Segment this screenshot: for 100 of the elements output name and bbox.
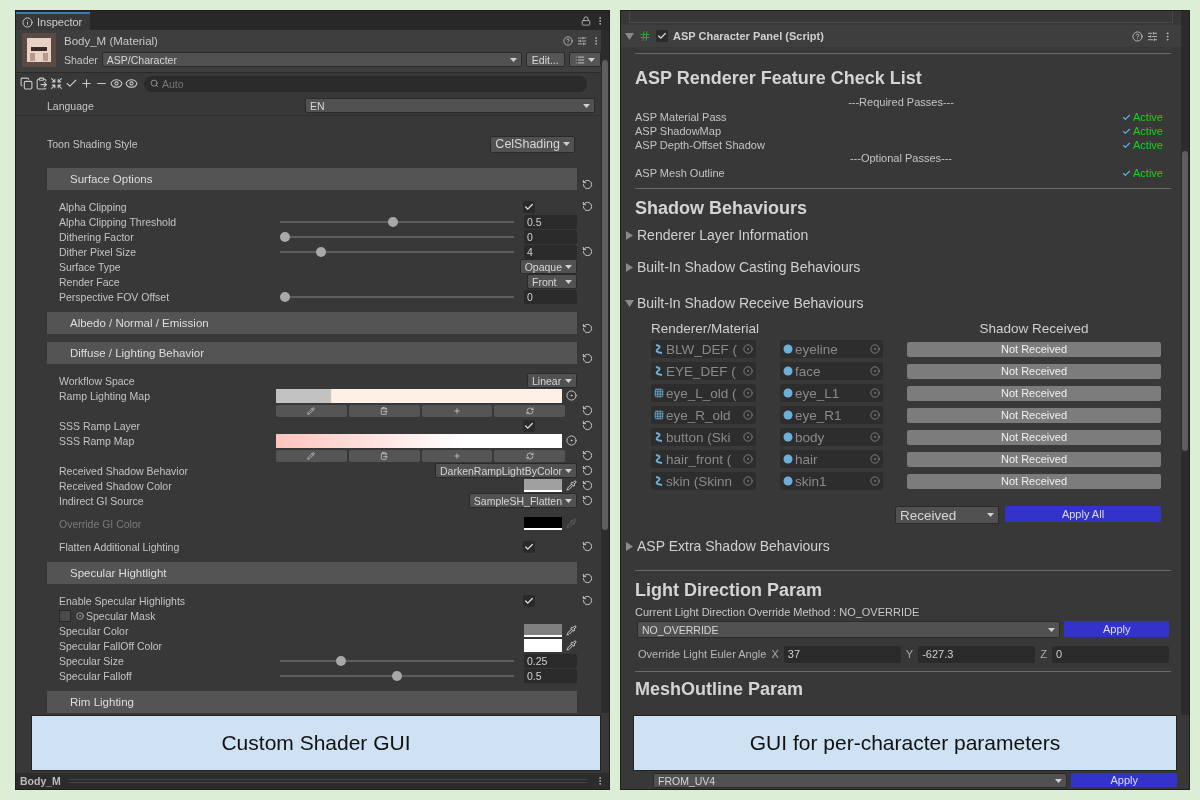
settings-icon[interactable] <box>576 36 587 46</box>
number-field[interactable]: 0 <box>524 229 577 244</box>
material-field[interactable]: face <box>780 362 883 380</box>
gradient-ramp[interactable] <box>276 388 562 403</box>
object-picker-icon[interactable] <box>743 410 753 420</box>
add-button[interactable] <box>421 404 493 417</box>
number-field[interactable]: 0.25 <box>524 653 577 668</box>
scrollbar[interactable] <box>1181 11 1189 715</box>
reset-icon[interactable] <box>581 353 593 364</box>
number-field[interactable]: -627.3 <box>918 645 1036 663</box>
apply-button[interactable]: Apply <box>1064 621 1169 637</box>
renderer-field[interactable]: eye_L_old ( <box>651 384 756 402</box>
foldout-label[interactable]: Renderer Layer Information <box>637 227 809 243</box>
object-picker-icon[interactable] <box>870 388 880 398</box>
method-dropdown[interactable]: NO_OVERRIDE <box>637 621 1061 638</box>
renderer-field[interactable]: EYE_DEF ( <box>651 362 756 380</box>
object-picker-icon[interactable] <box>566 390 577 401</box>
settings-icon[interactable] <box>1147 30 1158 42</box>
slider-thumb[interactable] <box>280 291 290 302</box>
object-picker-icon[interactable] <box>870 410 880 420</box>
slider-thumb[interactable] <box>336 655 346 666</box>
object-picker-icon[interactable] <box>743 454 753 464</box>
status-button[interactable]: Not Received <box>907 429 1161 445</box>
status-button[interactable]: Not Received <box>907 385 1161 401</box>
object-picker-icon[interactable] <box>743 476 753 486</box>
object-picker-icon[interactable] <box>743 344 753 354</box>
triangle-right-icon[interactable] <box>625 541 634 551</box>
renderer-field[interactable]: button (Ski <box>651 428 756 446</box>
gradient-ramp[interactable] <box>276 433 562 448</box>
dropdown[interactable]: Opaque <box>519 259 577 274</box>
refresh-button[interactable] <box>494 449 565 462</box>
section-header[interactable]: Surface Options <box>47 168 577 190</box>
number-field[interactable]: 0 <box>1051 645 1169 663</box>
edit-button[interactable] <box>276 449 347 462</box>
lock-icon[interactable] <box>581 16 591 26</box>
material-field[interactable]: body <box>780 428 883 446</box>
section-header[interactable]: Rim Lighting <box>47 691 577 713</box>
number-field[interactable]: 4 <box>524 244 577 259</box>
color-swatch[interactable] <box>524 639 562 652</box>
object-picker-icon[interactable] <box>566 435 577 446</box>
object-picker-icon[interactable] <box>870 454 880 464</box>
reset-icon[interactable] <box>581 573 593 584</box>
number-field[interactable]: 0 <box>524 289 577 304</box>
reset-icon[interactable] <box>581 595 593 606</box>
reset-icon[interactable] <box>581 246 593 257</box>
checkbox[interactable] <box>523 540 535 553</box>
renderer-field[interactable]: eye_R_old <box>651 406 756 424</box>
list-dropdown[interactable] <box>568 52 601 67</box>
foldout-label[interactable]: Built-In Shadow Casting Behaviours <box>637 259 861 275</box>
mode-dropdown[interactable]: Received <box>895 506 999 524</box>
reset-icon[interactable] <box>581 420 593 431</box>
help-icon[interactable] <box>562 36 573 46</box>
section-header[interactable]: Albedo / Normal / Emission <box>47 312 577 334</box>
dropdown[interactable]: DarkenRampLightByColor <box>435 463 577 478</box>
triangle-down-icon[interactable] <box>625 31 634 41</box>
reset-icon[interactable] <box>581 323 593 334</box>
reset-icon[interactable] <box>581 405 593 416</box>
foldout-label[interactable]: ASP Extra Shadow Behaviours <box>637 538 830 554</box>
eye-icon[interactable] <box>110 77 123 90</box>
material-field[interactable]: eye_L1 <box>780 384 883 402</box>
reset-icon[interactable] <box>581 495 593 506</box>
color-swatch[interactable] <box>524 479 562 492</box>
object-picker-icon[interactable] <box>76 611 84 620</box>
slider-thumb[interactable] <box>280 231 290 242</box>
copy-icon[interactable] <box>20 77 33 90</box>
checkbox[interactable] <box>523 594 535 607</box>
renderer-field[interactable]: hair_front ( <box>651 450 756 468</box>
method-dropdown[interactable]: FROM_UV4 <box>653 773 1068 788</box>
checkbox[interactable] <box>656 30 668 42</box>
scrollbar[interactable] <box>601 30 609 713</box>
status-button[interactable]: Not Received <box>907 451 1161 467</box>
reset-icon[interactable] <box>581 201 593 212</box>
number-field[interactable]: 0.5 <box>524 668 577 683</box>
status-button[interactable]: Not Received <box>907 407 1161 423</box>
object-picker-icon[interactable] <box>743 388 753 398</box>
search-field[interactable]: Auto <box>144 75 587 92</box>
check-icon[interactable] <box>65 77 78 90</box>
object-picker-icon[interactable] <box>743 366 753 376</box>
status-button[interactable]: Not Received <box>907 363 1161 379</box>
add-button[interactable] <box>421 449 493 462</box>
triangle-right-icon[interactable] <box>625 230 634 240</box>
eye-icon[interactable] <box>125 77 138 90</box>
reset-icon[interactable] <box>581 541 593 552</box>
section-header[interactable]: Diffuse / Lighting Behavior <box>47 342 577 364</box>
paste-button[interactable] <box>348 404 420 417</box>
renderer-field[interactable]: BLW_DEF ( <box>651 340 756 358</box>
edit-button[interactable] <box>276 404 347 417</box>
language-dropdown[interactable]: EN <box>305 98 595 113</box>
material-field[interactable]: hair <box>780 450 883 468</box>
renderer-field[interactable]: skin (Skinn <box>651 472 756 490</box>
reset-icon[interactable] <box>581 480 593 491</box>
eyedropper-icon[interactable] <box>566 625 577 636</box>
paste-button[interactable] <box>348 449 420 462</box>
object-picker-icon[interactable] <box>743 432 753 442</box>
eyedropper-icon[interactable] <box>566 480 577 491</box>
object-picker-icon[interactable] <box>870 432 880 442</box>
help-icon[interactable] <box>1132 30 1143 42</box>
status-button[interactable]: Not Received <box>907 341 1161 357</box>
plus-icon[interactable] <box>80 77 93 90</box>
reset-icon[interactable] <box>581 450 593 461</box>
